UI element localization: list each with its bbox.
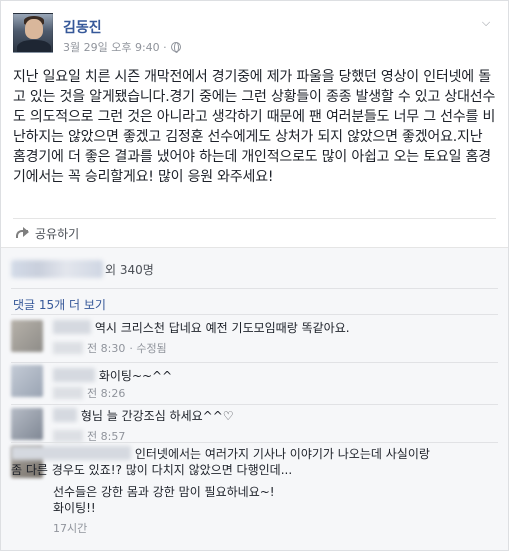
commenter-name[interactable] (53, 320, 91, 334)
likers-names-blurred (11, 260, 103, 278)
commenter-name[interactable] (11, 446, 131, 460)
comment-time[interactable]: 전 8:30 (87, 340, 125, 356)
commenter-name[interactable] (53, 368, 95, 382)
comment-text-line1: 인터넷에서는 여러가지 기사나 이야기가 나오는데 사실이랑 (134, 447, 430, 461)
commenter-avatar[interactable] (11, 408, 43, 440)
comment-body-line3: 선수들은 강한 몸과 강한 맘이 필요하네요~! (53, 484, 493, 500)
divider (11, 288, 498, 289)
comment-body-line2: 좀 다른 경우도 있죠!? 많이 다치지 않았으면 다행인데... (11, 462, 501, 478)
comment-body-line4: 화이팅!! (53, 500, 493, 516)
chevron-down-icon[interactable]: ⌵ (479, 17, 493, 29)
likes-count[interactable]: 외 340명 (105, 261, 154, 278)
post-timestamp[interactable]: 3월 29일 오후 9:40 · (63, 39, 167, 55)
author-avatar[interactable] (13, 13, 53, 53)
comment-item: 인터넷에서는 여러가지 기사나 이야기가 나오는데 사실이랑 좀 다른 경우도 … (11, 446, 501, 546)
comment-text-line4: 화이팅!! (53, 501, 96, 515)
commenter-avatar[interactable] (11, 365, 43, 397)
comment-item: 화이팅~~^^ 전 8:26 (11, 365, 501, 405)
redacted-date (53, 342, 83, 354)
comment-body: 인터넷에서는 여러가지 기사나 이야기가 나오는데 사실이랑 (11, 446, 493, 462)
comment-body: 역시 크리스천 답네요 예전 기도모임때랑 똑같아요. (53, 320, 493, 336)
feedback-area: 외 340명 댓글 15개 더 보기 역시 크리스천 답네요 예전 기도모임때랑… (1, 247, 508, 550)
comment-time[interactable]: 17시간 (53, 520, 87, 536)
author-name[interactable]: 김동진 (63, 17, 102, 37)
comment-meta: 전 8:26 (53, 385, 125, 401)
share-label: 공유하기 (35, 226, 80, 241)
more-comments-link[interactable]: 댓글 15개 더 보기 (13, 296, 106, 313)
post-text: 지난 일요일 치른 시즌 개막전에서 경기중에 제가 파울을 당했던 영상이 인… (13, 69, 496, 185)
commenter-name[interactable] (53, 408, 77, 422)
share-icon (15, 227, 29, 239)
comment-body: 화이팅~~^^ (53, 368, 493, 384)
divider (11, 404, 498, 405)
comment-item: 역시 크리스천 답네요 예전 기도모임때랑 똑같아요. 전 8:30 · 수정됨 (11, 320, 501, 360)
commenter-avatar[interactable] (11, 320, 43, 352)
post-card: 김동진 3월 29일 오후 9:40 · ⌵ 지난 일요일 치른 시즌 개막전에… (0, 0, 509, 551)
comment-text-line3: 선수들은 강한 몸과 강한 맘이 필요하네요~! (53, 485, 275, 499)
divider (11, 442, 498, 443)
post-meta: 3월 29일 오후 9:40 · (63, 39, 181, 55)
divider (11, 314, 498, 315)
comment-meta: 17시간 (53, 520, 87, 536)
comment-body: 형님 늘 간강조심 하세요^^♡ (53, 408, 493, 424)
divider (11, 362, 498, 363)
post-header: 김동진 3월 29일 오후 9:40 · ⌵ (13, 13, 493, 57)
redacted-date (53, 387, 83, 399)
comment-text: 역시 크리스천 답네요 예전 기도모임때랑 똑같아요. (94, 321, 350, 335)
share-button[interactable]: 공유하기 (15, 223, 79, 243)
comment-time[interactable]: 전 8:26 (87, 385, 125, 401)
comment-meta: 전 8:30 · 수정됨 (53, 340, 167, 356)
comment-text: 형님 늘 간강조심 하세요^^♡ (80, 409, 234, 423)
likes-summary[interactable]: 외 340명 (11, 258, 154, 280)
redacted-date (53, 430, 83, 442)
globe-icon (170, 42, 181, 53)
comment-text: 화이팅~~^^ (98, 369, 173, 383)
comment-text-line2: 좀 다른 경우도 있죠!? 많이 다치지 않았으면 다행인데... (11, 463, 293, 477)
comment-edited[interactable]: · 수정됨 (129, 340, 166, 356)
divider (13, 218, 496, 219)
